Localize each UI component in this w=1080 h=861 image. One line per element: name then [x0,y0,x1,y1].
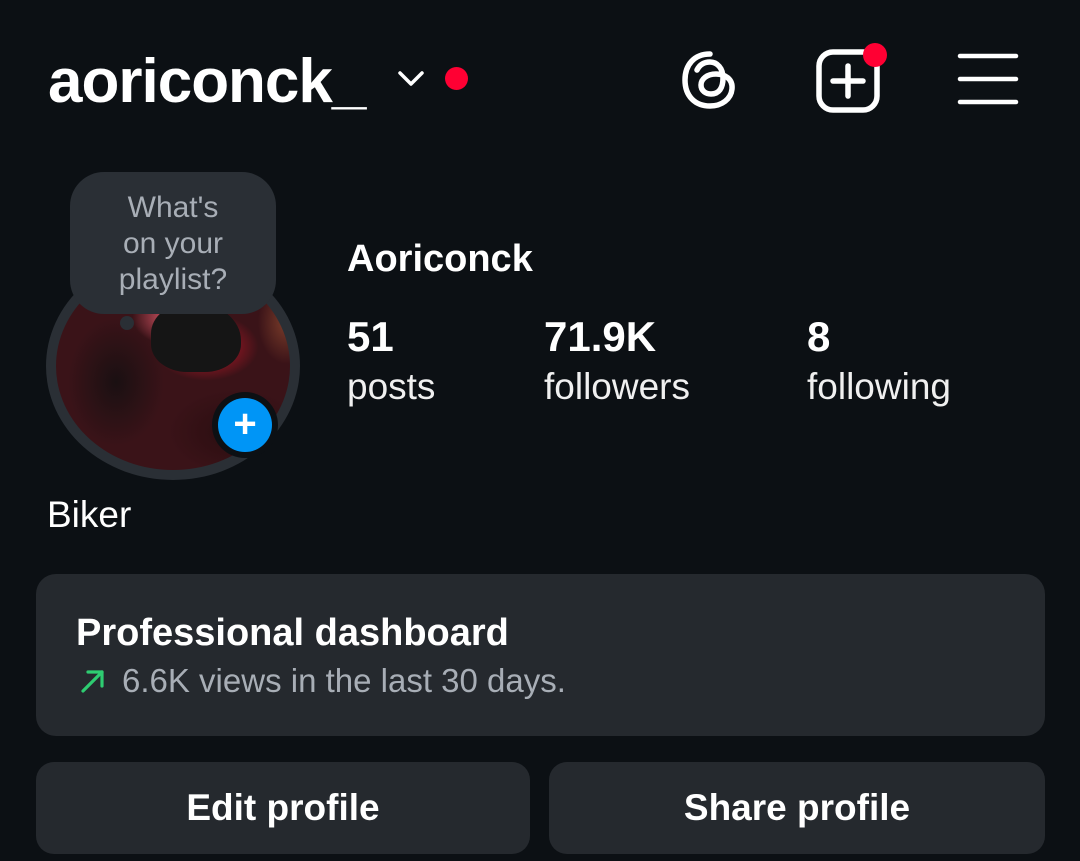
professional-dashboard-card[interactable]: Professional dashboard 6.6K views in the… [36,574,1045,736]
following-count: 8 [807,313,831,360]
threads-icon[interactable] [676,46,744,114]
note-line-1: What's [127,191,219,224]
trend-up-arrow-icon [81,670,104,693]
following-stat[interactable]: 8 following [807,312,951,412]
note-line-3: playlist? [118,263,228,296]
hamburger-menu-icon[interactable] [952,46,1020,114]
bio: Biker [47,494,132,535]
posts-count: 51 [347,313,394,360]
edit-profile-button[interactable]: Edit profile [36,762,530,854]
unread-indicator-dot [445,67,468,90]
add-story-button[interactable]: + [212,392,278,458]
username-switcher[interactable]: aoriconck_ [48,44,366,120]
chevron-down-icon[interactable] [396,68,426,90]
top-bar: aoriconck_ [0,0,1080,160]
dashboard-title: Professional dashboard [76,612,509,654]
dashboard-views-summary: 6.6K views in the last 30 days. [122,662,566,699]
share-profile-button[interactable]: Share profile [549,762,1045,854]
display-name: Aoriconck [347,238,533,280]
following-label: following [807,366,951,407]
followers-stat[interactable]: 71.9K followers [544,312,690,412]
followers-count: 71.9K [544,313,657,360]
note-line-2: on your [122,227,224,260]
followers-label: followers [544,366,690,407]
note-bubble-tail [120,316,134,330]
posts-label: posts [347,366,436,407]
plus-icon: + [218,398,272,452]
note-bubble[interactable]: What's on your playlist? [70,172,276,314]
notification-badge [863,43,887,67]
posts-stat[interactable]: 51 posts [347,312,435,412]
